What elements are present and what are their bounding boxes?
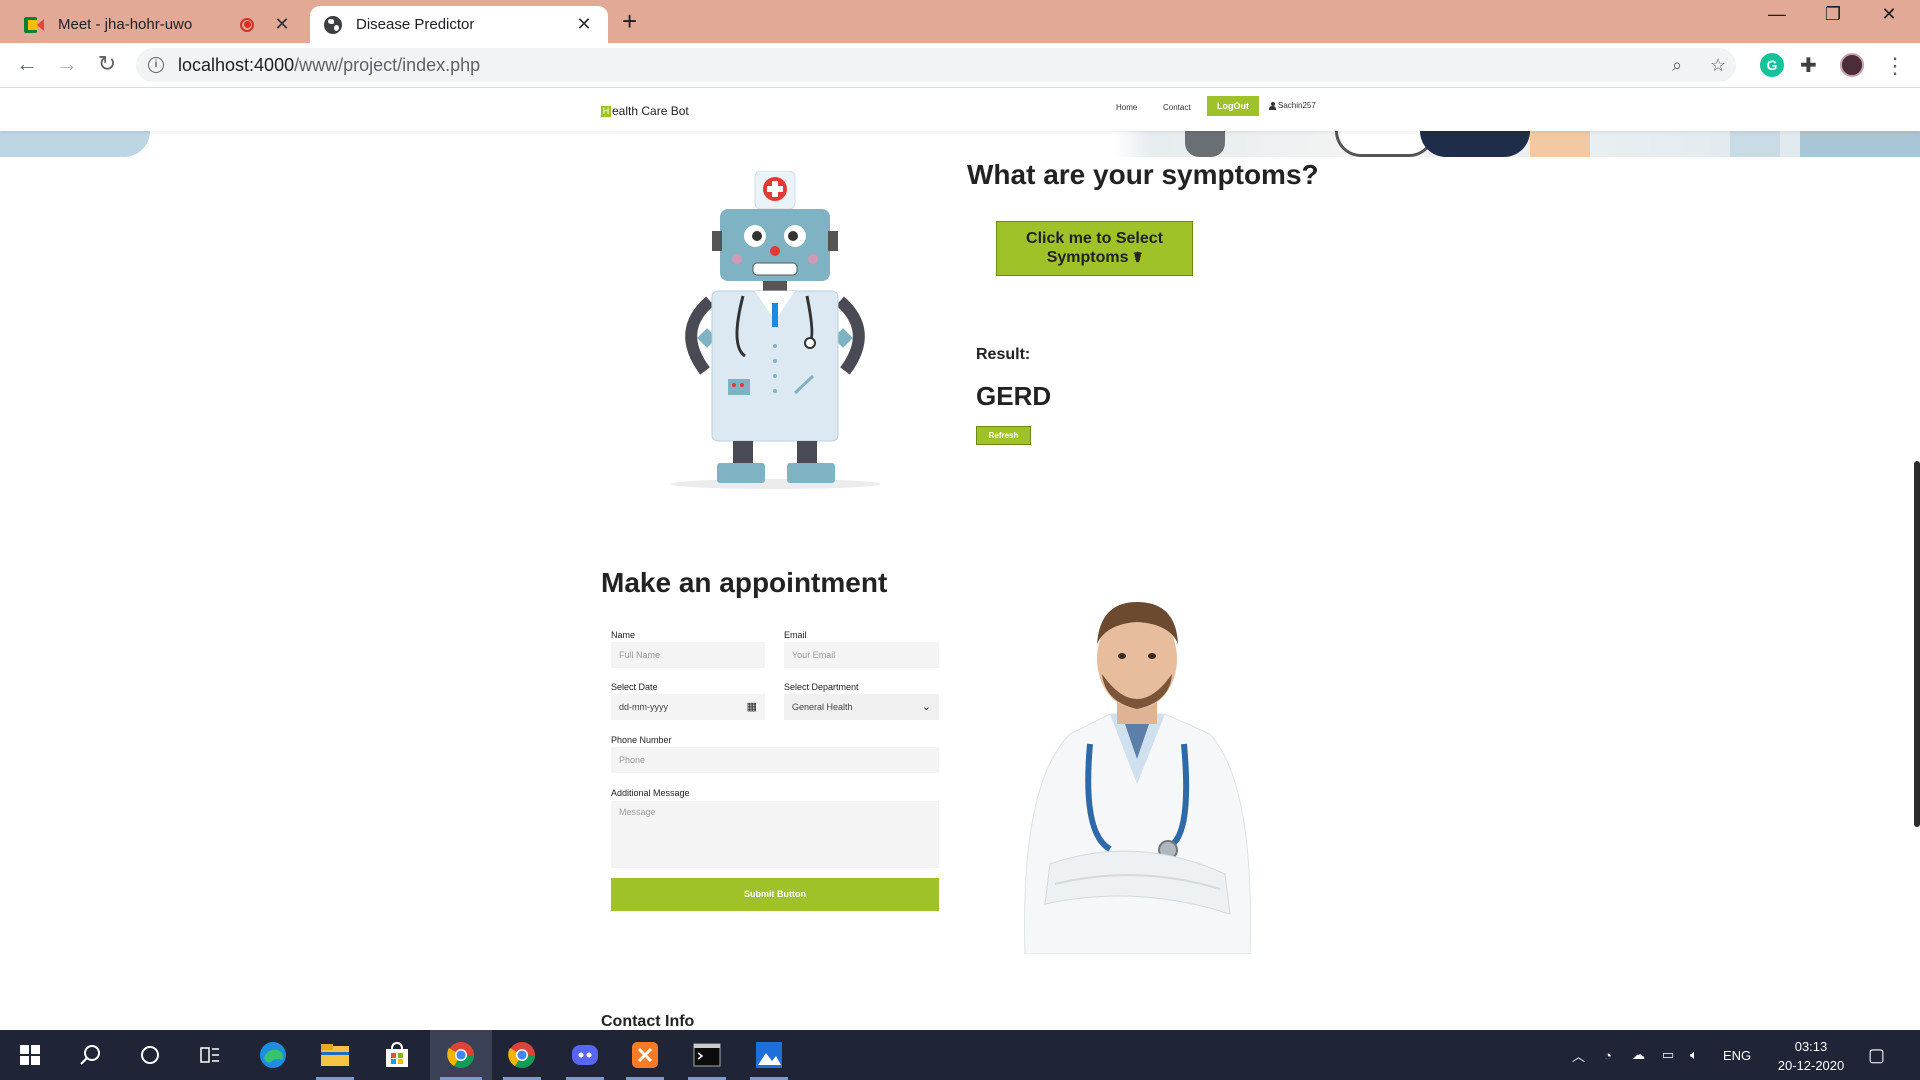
user-icon — [1269, 101, 1276, 110]
restore-icon[interactable]: ❐ — [1810, 4, 1856, 25]
page-viewport: Health Care Bot Home Contact LogOut Sach… — [0, 89, 1920, 1030]
discord-icon[interactable] — [560, 1030, 610, 1080]
site-header: Health Care Bot Home Contact LogOut Sach… — [0, 89, 1920, 131]
select-symptoms-button[interactable]: Click me to Select Symptoms ☤ — [996, 221, 1193, 276]
battery-icon[interactable]: ▭ — [1662, 1030, 1674, 1080]
terminal-icon[interactable] — [682, 1030, 732, 1080]
site-info-icon[interactable]: i — [148, 57, 164, 73]
department-value: General Health — [792, 702, 853, 712]
select-symptoms-label: Click me to Select Symptoms — [1026, 230, 1163, 266]
show-hidden-icons[interactable]: ︿ — [1572, 1030, 1585, 1080]
recording-icon — [240, 17, 254, 32]
clock-date: 20-12-2020 — [1777, 1058, 1845, 1073]
date-label: Select Date — [611, 682, 658, 692]
name-field[interactable]: Full Name — [611, 642, 765, 668]
nav-home[interactable]: Home — [1116, 103, 1137, 112]
close-icon[interactable]: ✕ — [272, 14, 292, 35]
hero-banner-strip — [0, 131, 1920, 157]
calendar-icon[interactable]: ▦ — [747, 694, 757, 720]
symptoms-heading: What are your symptoms? — [967, 159, 1319, 190]
new-tab-button[interactable]: + — [622, 6, 637, 36]
tab-title: Meet - jha-hohr-uwo — [58, 16, 193, 33]
google-meet-icon — [24, 16, 44, 33]
stethoscope-icon: ☤ — [1132, 249, 1143, 265]
result-label: Result: — [976, 346, 1031, 363]
clock-time: 03:13 — [1794, 1039, 1828, 1054]
refresh-button[interactable]: Refresh — [976, 426, 1031, 445]
task-view-icon[interactable] — [185, 1030, 235, 1080]
logout-button[interactable]: LogOut — [1207, 96, 1259, 116]
browser-toolbar: ← → ↻ i localhost:4000/www/project/index… — [0, 43, 1920, 88]
grammarly-icon[interactable]: G — [1760, 53, 1784, 77]
extensions-icon[interactable]: ✚ — [1800, 53, 1824, 77]
name-label: Name — [611, 630, 636, 640]
zoom-icon[interactable]: ⌕ — [1672, 48, 1682, 82]
nav-contact[interactable]: Contact — [1163, 103, 1191, 112]
user-menu[interactable]: Sachin257 — [1269, 101, 1316, 110]
site-logo[interactable]: Health Care Bot — [601, 104, 689, 118]
message-label: Additional Message — [611, 788, 690, 798]
store-icon[interactable] — [372, 1030, 422, 1080]
message-field[interactable]: Message — [611, 801, 939, 868]
network-icon[interactable]: ☁ — [1632, 1030, 1645, 1080]
wifi-icon[interactable]: ◔ — [1604, 1030, 1612, 1080]
doctor-photo — [1024, 602, 1251, 954]
page-scrollbar[interactable] — [1914, 461, 1920, 827]
chrome-icon[interactable] — [430, 1030, 492, 1080]
tab-title: Disease Predictor — [356, 16, 475, 33]
system-clock[interactable]: 03:13 20-12-2020 — [1766, 1037, 1856, 1075]
windows-start-icon[interactable] — [5, 1030, 55, 1080]
volume-icon[interactable]: 🔈︎ — [1690, 1030, 1698, 1080]
department-select[interactable]: General Health ⌄ — [784, 694, 939, 720]
email-field[interactable]: Your Email — [784, 642, 939, 668]
edge-icon[interactable] — [248, 1030, 298, 1080]
close-icon[interactable]: ✕ — [574, 14, 594, 35]
chevron-down-icon: ⌄ — [921, 701, 931, 713]
cortana-icon[interactable] — [125, 1030, 175, 1080]
file-explorer-icon[interactable] — [310, 1030, 360, 1080]
phone-label: Phone Number — [611, 735, 672, 745]
xampp-icon[interactable] — [620, 1030, 670, 1080]
url-text: localhost:4000/www/project/index.php — [178, 54, 481, 75]
appointment-heading: Make an appointment — [601, 567, 888, 598]
bookmark-star-icon[interactable]: ☆ — [1710, 48, 1726, 82]
robot-doctor-illustration — [670, 171, 880, 489]
address-bar[interactable]: i localhost:4000/www/project/index.php ⌕… — [136, 48, 1736, 82]
menu-icon[interactable]: ⋮ — [1884, 53, 1908, 78]
tab-meet[interactable]: Meet - jha-hohr-uwo ✕ — [10, 6, 306, 43]
notifications-icon[interactable]: ▢ — [1868, 1030, 1885, 1080]
language-indicator[interactable]: ENG — [1723, 1030, 1751, 1080]
minimize-icon[interactable]: — — [1754, 4, 1800, 25]
photos-icon[interactable] — [744, 1030, 794, 1080]
reload-icon[interactable]: ↻ — [92, 51, 122, 77]
tab-disease-predictor[interactable]: Disease Predictor ✕ — [310, 6, 608, 43]
window-close-icon[interactable]: ✕ — [1866, 4, 1912, 25]
forward-icon[interactable]: → — [52, 51, 82, 77]
submit-button[interactable]: Submit Button — [611, 878, 939, 911]
globe-icon — [324, 15, 342, 34]
phone-field[interactable]: Phone — [611, 747, 939, 773]
browser-tab-bar: Meet - jha-hohr-uwo ✕ Disease Predictor … — [0, 0, 1920, 43]
date-placeholder: dd-mm-yyyy — [619, 702, 668, 712]
chrome-icon[interactable] — [497, 1030, 547, 1080]
search-icon[interactable] — [65, 1030, 115, 1080]
contact-info-heading: Contact Info — [601, 1013, 695, 1030]
windows-taskbar: ︿ ◔ ☁ ▭ 🔈︎ ENG 03:13 20-12-2020 ▢ — [0, 1030, 1920, 1080]
date-field[interactable]: dd-mm-yyyy ▦ — [611, 694, 765, 720]
profile-avatar[interactable] — [1840, 53, 1864, 77]
back-icon[interactable]: ← — [12, 51, 42, 77]
username: Sachin257 — [1278, 101, 1316, 110]
department-label: Select Department — [784, 682, 859, 692]
result-value: GERD — [976, 381, 1052, 411]
email-label: Email — [784, 630, 807, 640]
